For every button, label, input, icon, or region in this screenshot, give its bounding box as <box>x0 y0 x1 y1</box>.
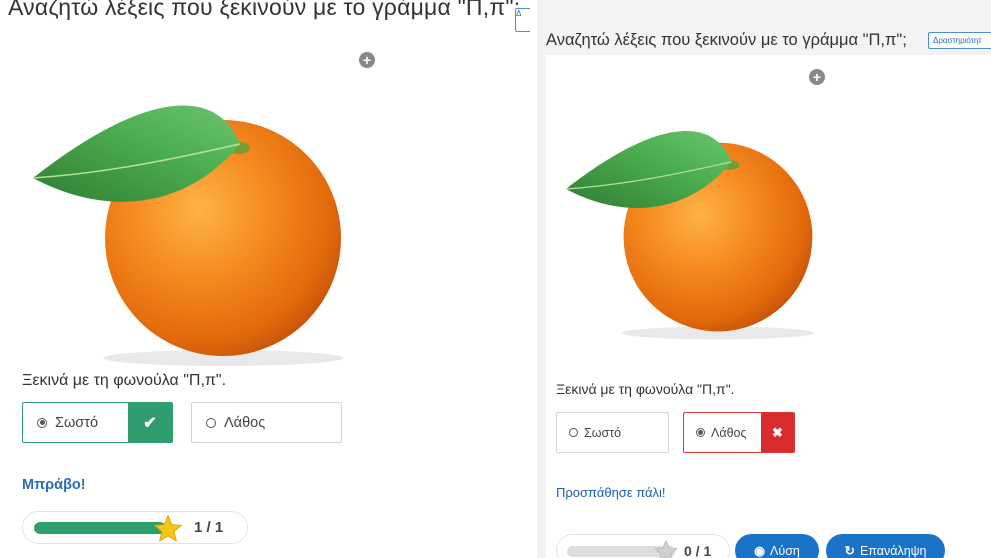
option-wrong-button[interactable]: Λάθος ✖ <box>683 412 795 453</box>
redo-icon: ↻ <box>844 544 855 558</box>
option-wrong-button[interactable]: Λάθος <box>191 402 342 443</box>
feedback-message: Μπράβο! <box>22 477 86 493</box>
score-text: 1 / 1 <box>194 519 224 536</box>
question-prompt: Ξεκινά με τη φωνούλα "Π,π". <box>22 372 227 389</box>
orange-image <box>565 131 814 340</box>
activity-tag[interactable]: Δ <box>515 8 530 32</box>
retry-label: Επανάληψη <box>859 543 927 558</box>
option-label: Λάθος <box>711 425 747 440</box>
orange-image <box>32 105 343 366</box>
feedback-message: Προσπάθησε πάλι! <box>556 485 666 500</box>
question-title: Αναζητώ λέξεις που ξεκινούν με το γράμμα… <box>8 0 521 20</box>
option-correct-button[interactable]: Σωστό <box>556 412 669 453</box>
right-question-panel: Αναζητώ λέξεις που ξεκινούν με το γράμμα… <box>537 0 991 558</box>
question-title: Αναζητώ λέξεις που ξεκινούν με το γράμμα… <box>546 31 907 49</box>
question-card: + Ξεκινά με τη φωνούλα "Π,π". Σωστό Λάθο… <box>546 55 991 558</box>
left-question-panel: Αναζητώ λέξεις που ξεκινούν με το γράμμα… <box>0 0 530 558</box>
retry-button[interactable]: ↻ Επανάληψη <box>826 534 945 558</box>
score-text: 0 / 1 <box>684 543 712 558</box>
score-bar: 1 / 1 <box>22 511 248 544</box>
show-solution-button[interactable]: ◉ Λύση <box>735 534 819 558</box>
zoom-in-icon[interactable]: + <box>359 52 375 68</box>
radio-unselected-icon <box>206 417 216 428</box>
activity-tag[interactable]: Δραστηριότητ <box>928 32 991 49</box>
option-label: Σωστό <box>55 414 99 431</box>
zoom-in-icon[interactable]: + <box>809 69 825 85</box>
score-progress-fill <box>34 522 166 534</box>
radio-selected-icon <box>37 417 47 428</box>
score-progress-track <box>34 522 166 534</box>
radio-selected-icon <box>696 428 705 437</box>
option-label: Σωστό <box>584 425 622 440</box>
show-solution-label: Λύση <box>770 543 800 558</box>
eye-icon: ◉ <box>754 544 766 558</box>
option-correct-button[interactable]: Σωστό ✔ <box>22 402 173 443</box>
star-icon <box>153 514 183 542</box>
x-icon: ✖ <box>761 413 794 452</box>
check-icon: ✔ <box>128 403 172 442</box>
question-card: + Ξεκινά με τη φωνούλα "Π,π". Σωστό ✔ Λά… <box>8 38 528 558</box>
star-icon <box>654 539 678 558</box>
score-bar: 0 / 1 <box>556 534 730 558</box>
option-label: Λάθος <box>224 414 266 431</box>
radio-unselected-icon <box>569 428 578 437</box>
question-prompt: Ξεκινά με τη φωνούλα "Π,π". <box>556 381 735 397</box>
